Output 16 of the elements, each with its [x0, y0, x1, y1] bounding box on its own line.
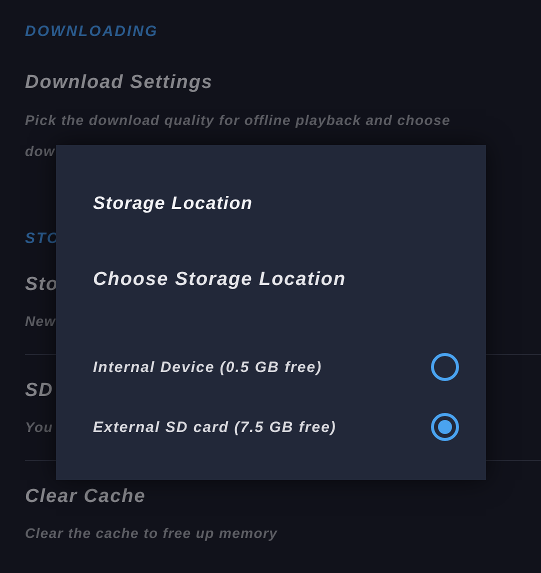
storage-option[interactable]: Internal Device (0.5 GB free): [93, 352, 459, 382]
setting-title: Clear Cache: [25, 485, 146, 509]
radio-button[interactable]: [431, 413, 459, 441]
storage-option[interactable]: External SD card (7.5 GB free): [93, 412, 459, 442]
section-header: DOWNLOADING: [25, 22, 158, 42]
setting-description: dow: [25, 142, 56, 161]
setting-title: SD: [25, 379, 54, 403]
setting-title: Sto: [25, 273, 59, 297]
setting-description: Pick the download quality for offline playback and choose: [25, 111, 450, 130]
radio-button[interactable]: [431, 353, 459, 381]
dialog-heading: Choose Storage Location: [93, 268, 348, 292]
setting-title: Download Settings: [25, 71, 213, 95]
dialog-title: Storage Location: [93, 192, 254, 215]
setting-description: You: [25, 418, 54, 437]
setting-description: Clear the cache to free up memory: [25, 524, 278, 543]
setting-description: New: [25, 312, 56, 331]
